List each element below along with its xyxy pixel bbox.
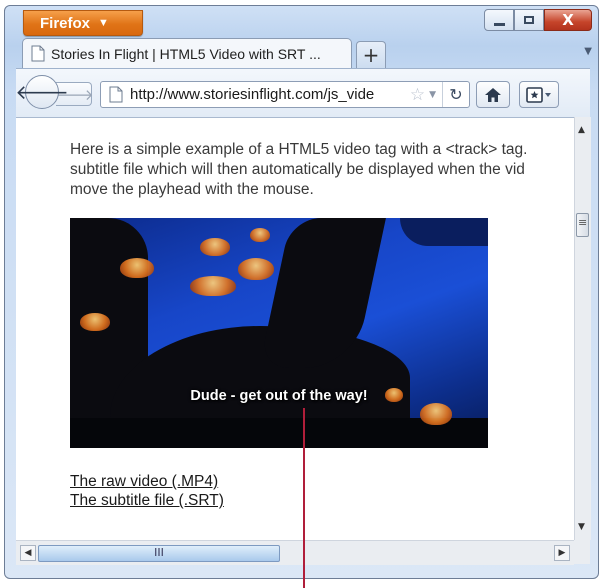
close-icon: X (562, 11, 574, 29)
window-controls: X (484, 9, 592, 31)
intro-line: Here is a simple example of a HTML5 vide… (70, 141, 528, 158)
tab-title: Stories In Flight | HTML5 Video with SRT… (51, 45, 321, 62)
home-button[interactable] (476, 81, 510, 108)
scroll-down-arrow-icon[interactable]: ▼ (578, 522, 585, 532)
scroll-right-arrow-icon[interactable]: ▶ (554, 545, 570, 561)
page-content: Here is a simple example of a HTML5 vide… (16, 117, 574, 541)
url-text[interactable]: http://www.storiesinflight.com/js_vide (130, 86, 410, 103)
scroll-grip-icon: III (154, 546, 164, 559)
jellyfish (80, 313, 110, 331)
navigation-toolbar: 🡐 🡒 http://www.storiesinflight.com/js_vi… (15, 68, 590, 117)
jellyfish (120, 258, 154, 278)
history-dropdown-icon[interactable]: ▼ (429, 90, 436, 100)
horizontal-scroll-thumb[interactable]: III (38, 545, 280, 562)
bookmarks-button[interactable] (519, 81, 559, 108)
tab-active[interactable]: Stories In Flight | HTML5 Video with SRT… (22, 38, 352, 68)
horizontal-scrollbar[interactable]: ◀ III ▶ (16, 540, 574, 565)
video-frame-rock (400, 218, 488, 246)
intro-paragraph: Here is a simple example of a HTML5 vide… (70, 140, 574, 200)
scroll-left-arrow-icon[interactable]: ◀ (20, 545, 36, 561)
firefox-menu-label: Firefox (40, 14, 91, 32)
maximize-button[interactable] (514, 9, 544, 31)
download-links: The raw video (.MP4) The subtitle file (… (70, 472, 224, 510)
video-subtitle: Dude - get out of the way! (190, 388, 368, 404)
maximize-icon (524, 16, 534, 24)
scrollbar-corner (574, 540, 590, 564)
firefox-menu-button[interactable]: Firefox ▼ (23, 10, 143, 36)
intro-line: move the playhead with the mouse. (70, 181, 314, 198)
jellyfish (238, 258, 274, 280)
home-icon (485, 87, 501, 102)
raw-video-link[interactable]: The raw video (.MP4) (70, 472, 224, 491)
close-button[interactable]: X (544, 9, 592, 31)
page-icon (109, 86, 123, 103)
video-player[interactable]: Dude - get out of the way! (70, 218, 488, 448)
vertical-scrollbar[interactable]: ▲ ▼ (574, 117, 591, 540)
callout-line (303, 408, 305, 588)
scroll-up-arrow-icon[interactable]: ▲ (578, 125, 585, 135)
intro-line: subtitle file which will then automatica… (70, 161, 525, 178)
plus-icon: + (362, 43, 380, 67)
reload-icon: ↻ (449, 85, 463, 104)
chevron-down-icon: ▼ (584, 46, 592, 57)
back-arrow-icon: 🡐 (15, 80, 69, 104)
jellyfish (190, 276, 236, 296)
bookmarks-icon (526, 86, 551, 103)
back-button[interactable]: 🡐 (15, 75, 69, 109)
subtitle-file-link[interactable]: The subtitle file (.SRT) (70, 491, 224, 510)
page-icon (31, 45, 45, 62)
jellyfish (200, 238, 230, 256)
chevron-down-icon: ▼ (98, 17, 109, 29)
new-tab-button[interactable]: + (356, 41, 386, 68)
list-all-tabs-button[interactable]: ▼ (584, 46, 592, 57)
jellyfish (420, 403, 452, 425)
title-bar: Firefox ▼ X (5, 6, 598, 36)
minimize-button[interactable] (484, 9, 514, 31)
minimize-icon (493, 22, 505, 26)
vertical-scroll-thumb[interactable] (576, 213, 589, 237)
jellyfish (250, 228, 270, 242)
address-bar[interactable]: http://www.storiesinflight.com/js_vide ☆… (100, 81, 470, 108)
reload-button[interactable]: ↻ (442, 82, 469, 107)
bookmark-star-icon[interactable]: ☆ (410, 85, 425, 105)
